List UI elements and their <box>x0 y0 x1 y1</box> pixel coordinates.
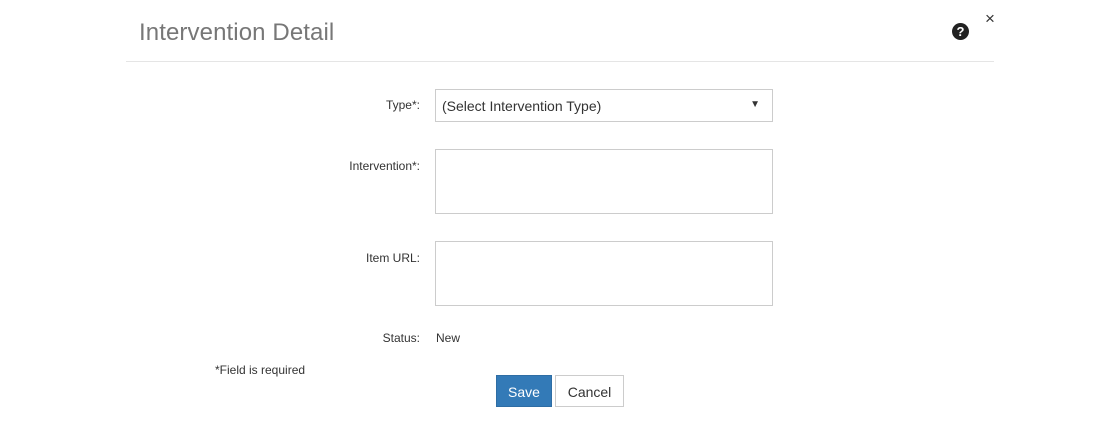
item-url-textarea[interactable] <box>435 241 773 306</box>
chevron-down-icon: ▼ <box>750 99 760 110</box>
dialog-title: Intervention Detail <box>139 19 335 46</box>
intervention-type-select[interactable]: (Select Intervention Type) ▼ <box>435 89 773 122</box>
type-label: Type*: <box>385 98 420 112</box>
intervention-textarea[interactable] <box>435 149 773 214</box>
close-icon[interactable]: × <box>983 10 997 27</box>
item-url-label: Item URL: <box>365 251 420 265</box>
status-label: Status: <box>382 331 420 345</box>
dialog-header: Intervention Detail ? × <box>126 0 997 62</box>
intervention-label: Intervention*: <box>349 159 420 173</box>
select-value: (Select Intervention Type) <box>442 98 602 114</box>
question-circle-icon[interactable]: ? <box>952 23 969 40</box>
cancel-button[interactable]: Cancel <box>555 375 624 407</box>
status-value: New <box>436 331 461 345</box>
required-field-note: *Field is required <box>215 363 306 377</box>
save-button[interactable]: Save <box>496 375 552 407</box>
